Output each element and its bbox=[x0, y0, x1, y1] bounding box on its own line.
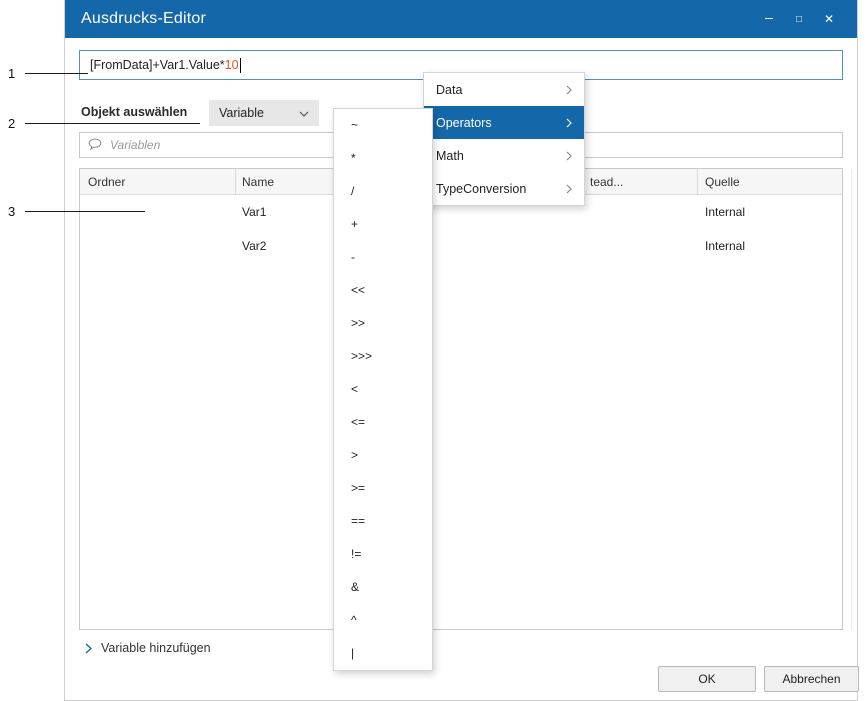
menu-item-data[interactable]: Data bbox=[424, 73, 584, 106]
ok-button[interactable]: OK bbox=[658, 666, 756, 692]
close-button[interactable]: ✕ bbox=[817, 8, 841, 30]
cell-name: Var2 bbox=[242, 239, 267, 253]
add-variable-link[interactable]: Variable hinzufügen bbox=[85, 641, 211, 655]
dropdown-value: Variable bbox=[219, 106, 264, 120]
annotation-number: 2 bbox=[8, 116, 16, 131]
operator-item[interactable]: >= bbox=[334, 472, 432, 505]
menu-item-typeconversion[interactable]: TypeConversion bbox=[424, 172, 584, 205]
menu-item-label: TypeConversion bbox=[436, 181, 527, 196]
operator-item[interactable]: & bbox=[334, 571, 432, 604]
menu-item-label: Operators bbox=[436, 115, 492, 130]
annotation-line bbox=[25, 211, 145, 212]
filter-icon bbox=[88, 137, 102, 154]
scrollbar-track-line bbox=[851, 169, 852, 629]
operator-item[interactable]: < bbox=[334, 373, 432, 406]
operator-item[interactable]: / bbox=[334, 175, 432, 208]
annotation-number: 3 bbox=[8, 204, 16, 219]
chevron-down-icon bbox=[299, 106, 309, 120]
column-header-name[interactable]: Name bbox=[242, 169, 274, 195]
text-cursor bbox=[239, 57, 241, 73]
operator-item[interactable]: * bbox=[334, 142, 432, 175]
dialog-title: Ausdrucks-Editor bbox=[81, 10, 207, 27]
menu-item-math[interactable]: Math bbox=[424, 139, 584, 172]
chevron-right-icon bbox=[85, 642, 92, 654]
table-row[interactable]: Var2 Internal bbox=[80, 229, 842, 263]
operator-item[interactable]: == bbox=[334, 505, 432, 538]
cancel-button[interactable]: Abbrechen bbox=[764, 666, 859, 692]
annotation-line bbox=[25, 123, 200, 124]
operator-item[interactable]: | bbox=[334, 637, 432, 670]
chevron-right-icon bbox=[566, 85, 572, 95]
add-variable-label: Variable hinzufügen bbox=[101, 641, 211, 655]
menu-item-label: Data bbox=[436, 82, 463, 97]
operator-item[interactable]: >> bbox=[334, 307, 432, 340]
column-header-truncated[interactable]: tead... bbox=[590, 169, 623, 195]
variables-table: Ordner Name tead... Quelle Var1 Internal… bbox=[79, 168, 852, 630]
maximize-button[interactable]: □ bbox=[787, 8, 811, 30]
minimize-button[interactable]: – bbox=[757, 8, 781, 30]
operator-item[interactable]: << bbox=[334, 274, 432, 307]
column-separator bbox=[235, 169, 236, 195]
expression-number-literal: 10 bbox=[224, 58, 239, 72]
operator-item[interactable]: ~ bbox=[334, 109, 432, 142]
object-type-dropdown[interactable]: Variable bbox=[209, 100, 319, 126]
cell-quelle: Internal bbox=[705, 239, 746, 253]
operator-item[interactable]: >>> bbox=[334, 340, 432, 373]
chevron-right-icon bbox=[566, 184, 572, 194]
operator-item[interactable]: != bbox=[334, 538, 432, 571]
chevron-right-icon bbox=[566, 151, 572, 161]
operator-item[interactable]: - bbox=[334, 241, 432, 274]
operator-item[interactable]: <= bbox=[334, 406, 432, 439]
expression-code: [FromData]+Var1.Value* bbox=[90, 58, 225, 72]
window-controls: – □ ✕ bbox=[757, 8, 841, 30]
menu-item-label: Math bbox=[436, 148, 464, 163]
menu-item-operators[interactable]: Operators bbox=[424, 106, 584, 139]
column-header-quelle[interactable]: Quelle bbox=[705, 169, 740, 195]
cell-name: Var1 bbox=[242, 205, 267, 219]
column-separator bbox=[697, 169, 698, 195]
chevron-right-icon bbox=[566, 118, 572, 128]
object-select-label: Objekt auswählen bbox=[81, 105, 188, 119]
title-bar: Ausdrucks-Editor – □ ✕ bbox=[65, 0, 857, 38]
operator-item[interactable]: > bbox=[334, 439, 432, 472]
annotation-line bbox=[25, 73, 88, 74]
annotation-number: 1 bbox=[8, 66, 16, 81]
operator-item[interactable]: + bbox=[334, 208, 432, 241]
operators-submenu: ~ * / + - << >> >>> < <= > >= == != & ^ … bbox=[333, 108, 433, 671]
cell-quelle: Internal bbox=[705, 205, 746, 219]
column-header-ordner[interactable]: Ordner bbox=[88, 169, 125, 195]
context-menu: Data Operators Math TypeConversion bbox=[423, 72, 585, 206]
operator-item[interactable]: ^ bbox=[334, 604, 432, 637]
